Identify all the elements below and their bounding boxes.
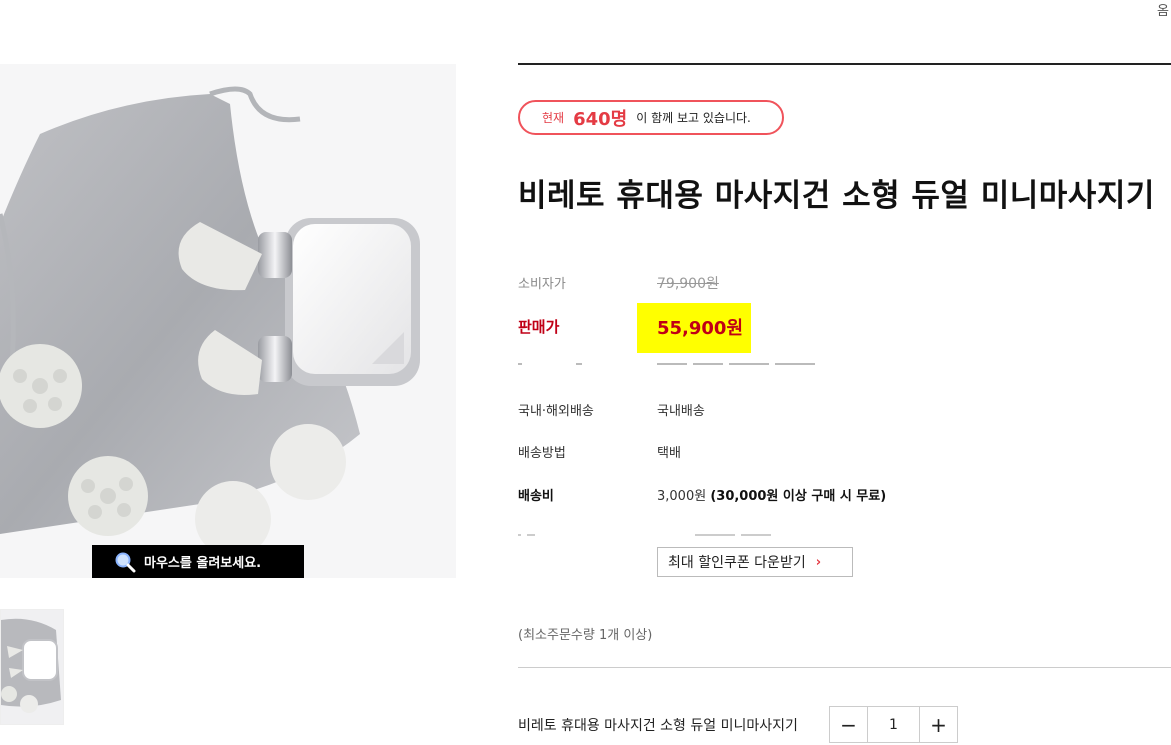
live-viewers-badge: 현재 640명 이 함께 보고 있습니다. [518, 100, 784, 135]
sale-price-label: 판매가 [518, 318, 560, 336]
shipping-fee-condition: (30,000원 이상 구매 시 무료) [710, 489, 887, 504]
zoom-hint-text: 마우스를 올려보세요. [144, 556, 262, 571]
shipping-method-label: 배송방법 [518, 446, 566, 461]
product-main-image[interactable] [0, 64, 456, 578]
product-photo [0, 86, 420, 557]
shipping-fee-value: 3,000원 (30,000원 이상 구매 시 무료) [657, 485, 886, 504]
quantity-stepper: − 1 + [829, 706, 958, 743]
magnifier-icon [115, 552, 136, 572]
obscured-row-2 [518, 532, 798, 538]
min-order-note: (최소주문수량 1개 이상) [518, 628, 653, 643]
shipping-fee-amount: 3,000원 [657, 489, 707, 504]
viewers-message: 이 함께 보고 있습니다. [636, 111, 751, 125]
shipping-domestic-value: 국내배송 [657, 404, 705, 419]
quantity-input[interactable]: 1 [867, 707, 920, 742]
product-thumbnail[interactable] [0, 609, 64, 725]
viewers-count: 640명 [573, 108, 628, 130]
chevron-right-icon: › [815, 554, 822, 570]
header-corner-text: 옴 [1157, 4, 1169, 19]
shipping-domestic-label: 국내·해외배송 [518, 404, 594, 419]
product-title: 비레토 휴대용 마사지건 소형 듀얼 미니마사지기 [518, 178, 1155, 214]
quantity-increase-button[interactable]: + [920, 707, 957, 742]
selected-option-name: 비레토 휴대용 마사지건 소형 듀얼 미니마사지기 [518, 718, 798, 734]
shipping-fee-label: 배송비 [518, 489, 554, 504]
section-divider [518, 667, 1171, 668]
quantity-decrease-button[interactable]: − [830, 707, 867, 742]
zoom-hint: 마우스를 올려보세요. [92, 545, 304, 578]
section-divider-top [518, 63, 1171, 65]
sale-price-value: 55,900원 [657, 318, 744, 339]
viewers-now-label: 현재 [542, 111, 565, 125]
consumer-price-value: 79,900원 [657, 276, 719, 292]
consumer-price-label: 소비자가 [518, 277, 566, 292]
shipping-method-value: 택배 [657, 446, 681, 461]
coupon-download-button[interactable]: 최대 할인쿠폰 다운받기 › [657, 547, 853, 577]
coupon-download-label: 최대 할인쿠폰 다운받기 [668, 555, 806, 571]
obscured-row [518, 358, 838, 368]
thumbnail-photo [1, 618, 61, 713]
